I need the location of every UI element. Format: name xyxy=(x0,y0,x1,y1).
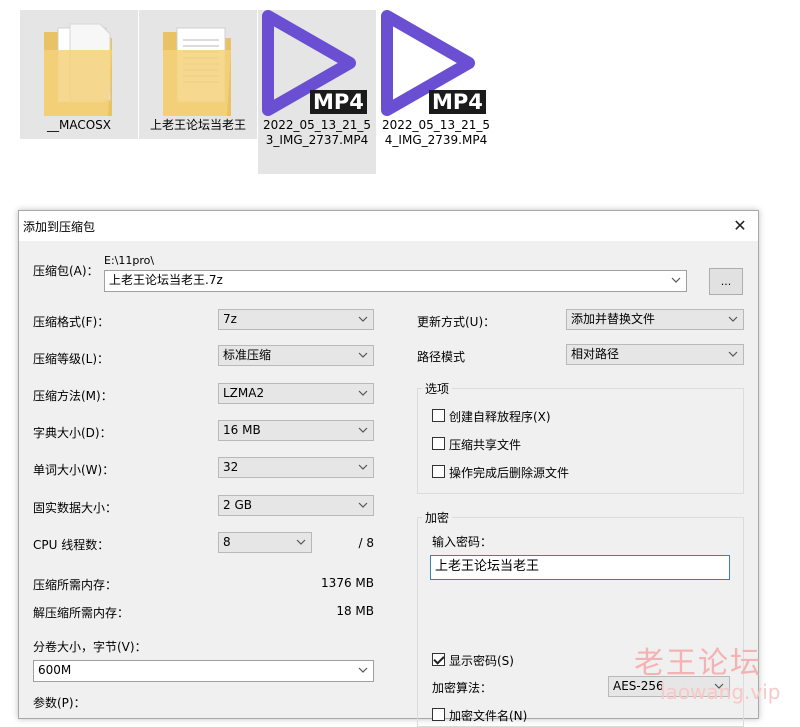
word-label: 单词大小(W)： xyxy=(33,463,115,477)
format-select[interactable]: 7z xyxy=(218,309,374,330)
encryption-method-label: 加密算法： xyxy=(432,681,493,695)
path-mode-select[interactable]: 相对路径 xyxy=(566,344,744,365)
word-value: 32 xyxy=(223,460,239,474)
params-label: 参数(P)： xyxy=(33,696,86,710)
threads-value: 8 xyxy=(223,535,231,549)
options-title: 选项 xyxy=(422,380,453,397)
volume-label: 分卷大小，字节(V)： xyxy=(33,640,147,654)
file-item-macosx[interactable]: __MACOSX xyxy=(20,10,138,139)
method-select[interactable]: LZMA2 xyxy=(218,383,374,404)
encrypt-names-checkbox[interactable] xyxy=(432,708,445,721)
threads-label: CPU 线程数： xyxy=(33,538,110,552)
threads-total: / 8 xyxy=(358,536,375,550)
file-name: 2022_05_13_21_53_IMG_2737.MP4 xyxy=(263,118,371,147)
mem-compress-label: 压缩所需内存： xyxy=(33,578,118,592)
show-password-checkbox[interactable] xyxy=(432,653,445,666)
close-button[interactable]: ✕ xyxy=(726,214,754,238)
update-label: 更新方式(U)： xyxy=(417,315,496,329)
archive-label: 压缩包(A)： xyxy=(33,264,99,278)
folder-icon xyxy=(20,10,138,118)
shared-label[interactable]: 压缩共享文件 xyxy=(449,436,521,453)
chevron-down-icon xyxy=(358,667,368,673)
dict-label: 字典大小(D)： xyxy=(33,426,112,440)
watermark-text: 老王论坛 xyxy=(634,646,762,681)
file-name: __MACOSX xyxy=(46,118,111,132)
path-mode-label: 路径模式 xyxy=(417,350,466,364)
solid-label: 固实数据大小： xyxy=(33,501,118,515)
file-item-video-2737[interactable]: MP4 2022_05_13_21_53_IMG_2737.MP4 xyxy=(258,10,376,174)
chevron-down-icon xyxy=(358,502,368,508)
archive-name-value: 上老王论坛当老王.7z xyxy=(109,273,223,287)
chevron-down-icon xyxy=(728,316,738,322)
dict-value: 16 MB xyxy=(223,423,261,437)
level-value: 标准压缩 xyxy=(223,348,272,362)
chevron-down-icon xyxy=(728,351,738,357)
word-select[interactable]: 32 xyxy=(218,457,374,478)
volume-combobox[interactable]: 600M xyxy=(33,660,374,682)
dialog-title: 添加到压缩包 xyxy=(23,220,96,234)
chevron-down-icon xyxy=(296,539,306,545)
password-label: 输入密码： xyxy=(432,535,493,549)
file-item-video-2739[interactable]: MP4 2022_05_13_21_54_IMG_2739.MP4 xyxy=(377,10,495,154)
chevron-down-icon[interactable] xyxy=(670,271,682,290)
chevron-down-icon xyxy=(358,427,368,433)
browse-button[interactable]: ... xyxy=(709,268,743,295)
solid-select[interactable]: 2 GB xyxy=(218,495,374,516)
level-label: 压缩等级(L)： xyxy=(33,352,110,366)
file-item-folder[interactable]: 上老王论坛当老王 xyxy=(139,10,257,139)
sfx-checkbox[interactable] xyxy=(432,409,445,422)
encryption-title: 加密 xyxy=(422,509,453,526)
mem-decompress-label: 解压缩所需内存： xyxy=(33,606,130,620)
delete-after-checkbox[interactable] xyxy=(432,465,445,478)
update-select[interactable]: 添加并替换文件 xyxy=(566,309,744,330)
archive-path: E:\11pro\ xyxy=(104,254,155,267)
mem-compress-value: 1376 MB xyxy=(321,576,374,590)
encrypt-names-label[interactable]: 加密文件名(N) xyxy=(449,707,527,724)
format-label: 压缩格式(F)： xyxy=(33,315,110,329)
dict-select[interactable]: 16 MB xyxy=(218,420,374,441)
mem-decompress-value: 18 MB xyxy=(336,604,374,618)
threads-select[interactable]: 8 xyxy=(218,532,312,553)
show-password-label[interactable]: 显示密码(S) xyxy=(449,652,514,669)
chevron-down-icon xyxy=(358,390,368,396)
sfx-label[interactable]: 创建自释放程序(X) xyxy=(449,408,551,425)
file-name: 2022_05_13_21_54_IMG_2739.MP4 xyxy=(382,118,490,147)
folder-icon xyxy=(139,10,257,118)
archive-name-combobox[interactable]: 上老王论坛当老王.7z xyxy=(104,270,687,292)
mp4-video-icon: MP4 xyxy=(258,10,376,118)
password-input[interactable]: 上老王论坛当老王 xyxy=(430,555,730,580)
title-bar: 添加到压缩包 ✕ xyxy=(19,211,758,241)
chevron-down-icon xyxy=(358,352,368,358)
method-value: LZMA2 xyxy=(223,386,265,400)
method-label: 压缩方法(M)： xyxy=(33,389,113,403)
path-mode-value: 相对路径 xyxy=(571,347,620,361)
watermark-url: laowang.vip xyxy=(660,680,781,704)
level-select[interactable]: 标准压缩 xyxy=(218,345,374,366)
chevron-down-icon xyxy=(358,464,368,470)
volume-value: 600M xyxy=(38,663,72,677)
chevron-down-icon xyxy=(358,316,368,322)
shared-checkbox[interactable] xyxy=(432,437,445,450)
update-value: 添加并替换文件 xyxy=(571,312,656,326)
mp4-video-icon: MP4 xyxy=(377,10,495,118)
file-name: 上老王论坛当老王 xyxy=(149,118,246,132)
solid-value: 2 GB xyxy=(223,498,252,512)
delete-after-label[interactable]: 操作完成后删除源文件 xyxy=(449,464,569,481)
format-value: 7z xyxy=(223,312,237,326)
